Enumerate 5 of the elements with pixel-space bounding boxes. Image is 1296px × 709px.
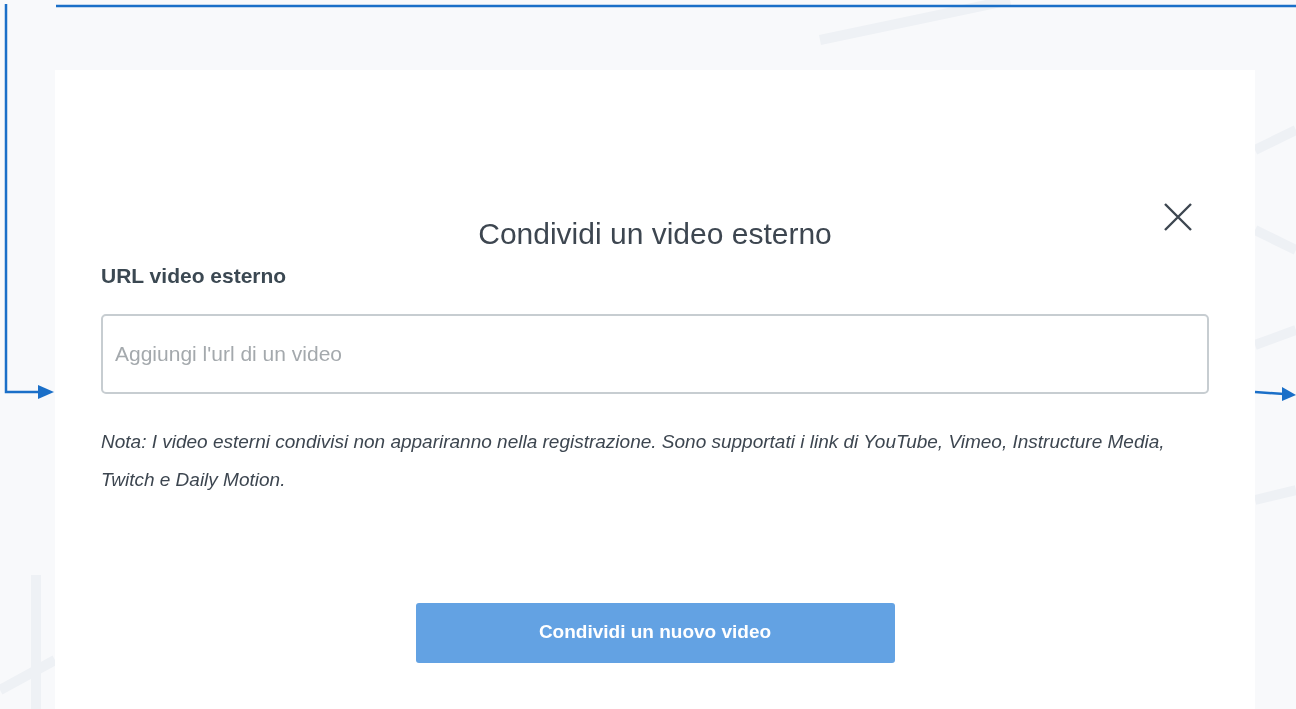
note-text: Nota: I video esterni condivisi non appariranno nella registrazione. Sono supportati i link di YouTube, Vimeo, Instructure Media, Twitch e Daily Motion. [101,429,1166,492]
dialog-title: Condividi un video esterno [478,216,832,252]
url-input-field[interactable]: Aggiungi l'url di un video [101,313,1209,394]
callout-arrow [1254,386,1296,402]
field-label: URL video esterno [101,263,288,289]
